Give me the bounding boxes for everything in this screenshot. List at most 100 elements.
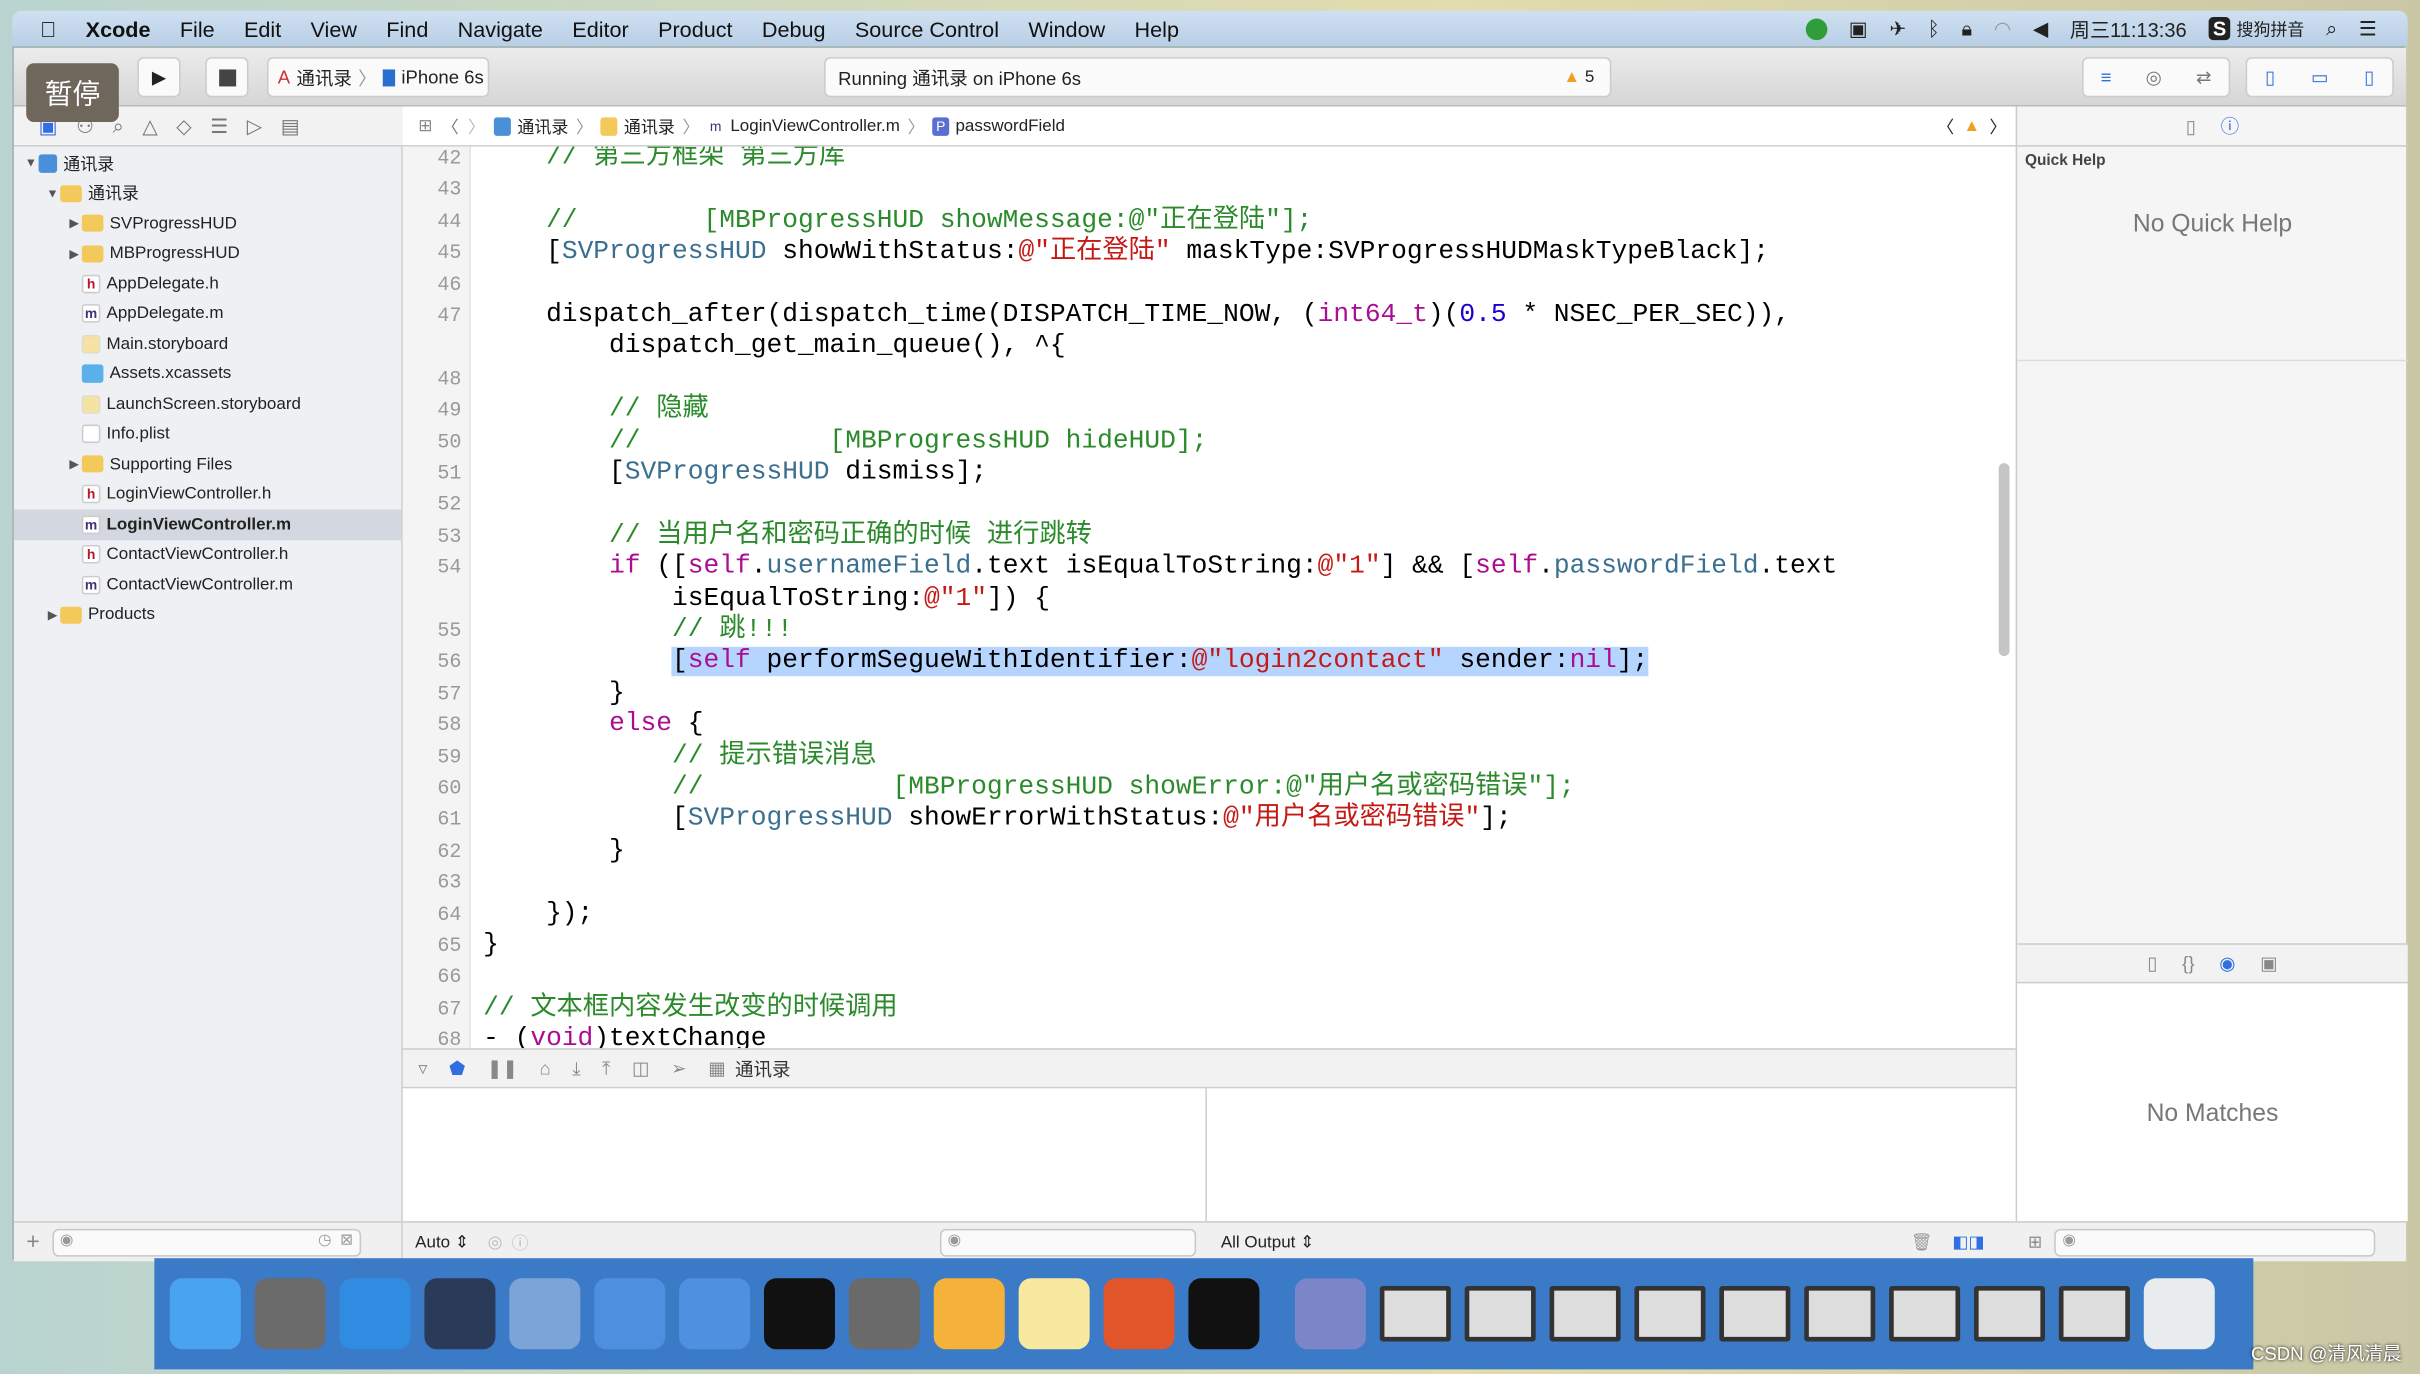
menu-find[interactable]: Find [386, 16, 428, 41]
toggle-utilities-icon[interactable]: ▯ [2364, 66, 2374, 88]
code-line[interactable]: 67 // 文本框内容发生改变的时候调用 [403, 994, 2016, 1025]
stop-button[interactable] [205, 57, 249, 98]
code-line[interactable]: 48 [403, 364, 2016, 395]
standard-editor-icon[interactable]: ≡ [2101, 66, 2112, 88]
next-issue-button[interactable]: 〉 [1989, 113, 2006, 138]
assistant-editor-icon[interactable]: ◎ [2146, 66, 2162, 88]
notes-dock-icon[interactable] [1018, 1278, 1090, 1350]
notification-center-icon[interactable]: ☰ [2359, 16, 2377, 41]
code-snippet-library-icon[interactable]: {} [2182, 953, 2194, 975]
window-8-dock-icon[interactable] [1974, 1285, 2046, 1342]
navigator-item[interactable]: ▼ 通讯录 [14, 178, 401, 208]
debug-navigator-icon[interactable]: ☰ [210, 113, 228, 138]
toggle-navigator-icon[interactable]: ▯ [2265, 66, 2275, 88]
issue-warning-icon[interactable]: ▲ [1963, 117, 1980, 136]
navigator-item[interactable]: h AppDelegate.h [14, 269, 401, 299]
console-output-select[interactable]: All Output ⇕ [1221, 1232, 1314, 1252]
trash-dock-icon[interactable] [2143, 1278, 2215, 1350]
scm-filter-icon[interactable]: ⊠ [340, 1231, 353, 1248]
code-line[interactable]: 43 [403, 175, 2016, 206]
object-library-icon[interactable]: ◉ [2219, 953, 2235, 975]
bluetooth-icon[interactable]: ᛒ [1928, 17, 1940, 40]
breadcrumb-item[interactable]: m LoginViewController.m [707, 116, 900, 136]
quick-look-icon[interactable]: ◎ [488, 1232, 503, 1252]
menu-source-control[interactable]: Source Control [855, 16, 999, 41]
disclosure-triangle-icon[interactable]: ▶ [45, 608, 60, 622]
print-description-icon[interactable]: ⓘ [512, 1230, 529, 1255]
window-6-dock-icon[interactable] [1804, 1285, 1876, 1342]
recent-files-icon[interactable]: ◷ [318, 1231, 331, 1248]
issue-navigator-icon[interactable]: △ [142, 113, 157, 138]
navigator-item[interactable]: ▶ Products [14, 600, 401, 630]
breadcrumb-item[interactable]: 通讯录 [600, 113, 675, 138]
window-2-dock-icon[interactable] [1464, 1285, 1536, 1342]
spotlight-icon[interactable]: ⌕ [2326, 16, 2337, 41]
simulate-location-icon[interactable]: ➢ [671, 1058, 687, 1080]
clock[interactable]: 周三11:13:36 [2070, 14, 2187, 43]
window-5-dock-icon[interactable] [1719, 1285, 1791, 1342]
breakpoint-navigator-icon[interactable]: ▷ [247, 113, 262, 138]
window-7-dock-icon[interactable] [1889, 1285, 1961, 1342]
code-line[interactable]: 54 if ([self.usernameField.text isEqualT… [403, 553, 2016, 584]
code-line[interactable]: 64 }); [403, 899, 2016, 930]
disclosure-triangle-icon[interactable]: ▼ [45, 186, 60, 200]
menu-navigate[interactable]: Navigate [458, 16, 543, 41]
code-line[interactable]: 50 // [MBProgressHUD hideHUD]; [403, 427, 2016, 458]
code-line[interactable]: 60 // [MBProgressHUD showError:@"用户名或密码错… [403, 773, 2016, 804]
airplane-icon[interactable]: ✈ [1889, 16, 1906, 41]
window-3-dock-icon[interactable] [1549, 1285, 1621, 1342]
navigator-item[interactable]: m AppDelegate.m [14, 299, 401, 329]
ime-menu[interactable]: S 搜狗拼音 [2208, 16, 2304, 41]
variables-view[interactable] [402, 1088, 1207, 1222]
lock-icon[interactable]: 🔒︎ [1961, 16, 1972, 41]
debug-target[interactable]: 通讯录 [735, 1055, 791, 1081]
menu-view[interactable]: View [311, 16, 357, 41]
navigator-item[interactable]: Assets.xcassets [14, 359, 401, 389]
report-navigator-icon[interactable]: ▤ [281, 113, 300, 138]
navigator-item[interactable]: ▶ MBProgressHUD [14, 239, 401, 269]
menu-help[interactable]: Help [1135, 16, 1179, 41]
code-line[interactable]: 62 } [403, 836, 2016, 867]
test-navigator-icon[interactable]: ◇ [176, 113, 191, 138]
xcode-dock-icon[interactable] [594, 1278, 666, 1350]
pause-continue-icon[interactable]: ❚❚ [487, 1058, 518, 1080]
menu-file[interactable]: File [180, 16, 215, 41]
code-line[interactable]: 65} [403, 931, 2016, 962]
safari-dock-icon[interactable] [339, 1278, 411, 1350]
navigator-filter-input[interactable]: ◉ ◷ ⊠ [52, 1228, 361, 1256]
media-player-dock-icon[interactable] [1294, 1278, 1366, 1350]
step-over-icon[interactable]: ⌂ [540, 1058, 551, 1080]
code-line[interactable]: 42 // 第三方框架 第三方库 [403, 147, 2016, 175]
navigator-item[interactable]: Info.plist [14, 419, 401, 449]
window-1-dock-icon[interactable] [1379, 1285, 1451, 1342]
file-inspector-icon[interactable]: ▯ [2186, 115, 2196, 137]
media-library-icon[interactable]: ▣ [2260, 953, 2278, 975]
selected-text[interactable]: [self performSegueWithIdentifier:@"login… [672, 647, 1649, 677]
navigator-item[interactable]: ▼ 通讯录 [14, 148, 401, 178]
code-line[interactable]: 66 [403, 962, 2016, 993]
code-line[interactable]: 46 [403, 270, 2016, 301]
split-view-icon[interactable]: ◧◨ [1952, 1232, 1984, 1252]
breadcrumb-item[interactable]: PpasswordField [932, 116, 1065, 136]
source-editor[interactable]: 42 // 第三方框架 第三方库 43 44 // [MBProgressHUD s… [402, 146, 2016, 1049]
window-9-dock-icon[interactable] [2058, 1285, 2130, 1342]
breakpoints-toggle-icon[interactable]: ⬟ [449, 1058, 465, 1080]
code-line[interactable]: 63 [403, 868, 2016, 899]
code-line[interactable]: 47 dispatch_after(dispatch_time(DISPATCH… [403, 301, 2016, 332]
hide-debug-area-icon[interactable]: ▿ [418, 1058, 427, 1080]
menu-editor[interactable]: Editor [572, 16, 628, 41]
navigator-item[interactable]: ▶ Supporting Files [14, 449, 401, 479]
code-line[interactable]: dispatch_get_main_queue(), ^{ [403, 333, 2016, 364]
scheme-selector[interactable]: A 通讯录 〉 iPhone 6s [267, 57, 490, 98]
view-hierarchy-icon[interactable]: ◫ [632, 1058, 650, 1080]
menu-product[interactable]: Product [658, 16, 732, 41]
sketch-dock-icon[interactable] [933, 1278, 1005, 1350]
menu-app[interactable]: Xcode [86, 16, 151, 41]
volume-icon[interactable]: ◀ [2033, 16, 2048, 41]
navigator-item[interactable]: m ContactViewController.m [14, 570, 401, 600]
disclosure-triangle-icon[interactable]: ▼ [23, 156, 38, 170]
run-status-icon[interactable] [1805, 17, 1828, 40]
code-line[interactable]: 51 [SVProgressHUD dismiss]; [403, 459, 2016, 490]
add-icon[interactable]: + [26, 1229, 40, 1255]
related-items-icon[interactable]: ⊞ [418, 116, 432, 136]
